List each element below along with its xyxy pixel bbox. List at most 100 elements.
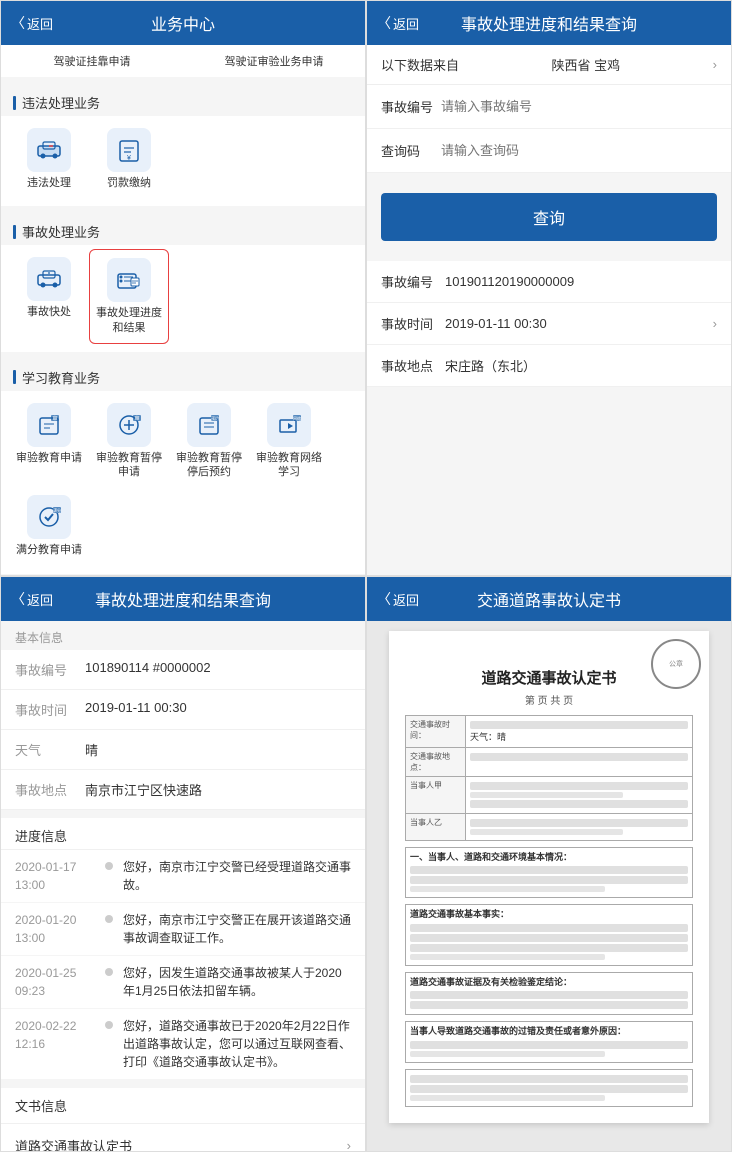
service-item-accident-quick[interactable]: 事故快处 [9,249,89,344]
service-fine-label: 罚款缴纳 [107,176,151,190]
d-accident-time-label: 事故时间 [15,700,85,719]
top-items-row: 驾驶证挂靠申请 驾驶证审验业务申请 [1,45,365,77]
doc-item-cert[interactable]: 道路交通事故认定书 › [1,1124,365,1151]
panel3-back-label: 返回 [27,590,53,609]
cert-section-fault: 当事人导致道路交通事故的过错及责任或者意外原因： [405,1021,693,1063]
top-item-1-label: 驾驶证挂靠申请 [5,53,179,69]
progress-time-3: 2020-01-25 09:23 [15,964,105,1000]
cert-table-row-partya: 当事人甲 [406,776,693,813]
cert-section-basic-blurred-3 [410,886,605,892]
cert-section-facts-title: 道路交通事故基本事实： [410,908,688,922]
cert-partyb-blurred-1 [470,819,688,827]
cert-facts-blurred-2 [410,934,688,942]
service-grid-violation: 违法处理 ¥ 罚款缴纳 [1,116,365,206]
progress-dot-3 [105,968,113,976]
cert-document: 公章 道路交通事故认定书 第 页 共 页 交通事故时间： 天气：晴 交通事故地点… [389,631,709,1123]
progress-title: 进度信息 [1,818,365,850]
panel1-content: 驾驶证挂靠申请 驾驶证审验业务申请 违法处理业务 违法处理 [1,45,365,575]
cert-section-basic-blurred-2 [410,876,688,884]
cert-partyb-value [466,813,693,840]
panel1-header: 返回 业务中心 [1,1,365,45]
cert-fault-blurred-2 [410,1051,605,1057]
service-item-violation[interactable]: 违法处理 [9,120,89,198]
service-item-accident-progress[interactable]: 事故处理进度和结果 [89,249,169,344]
top-item-1[interactable]: 驾驶证挂靠申请 [1,45,183,77]
accident-quick-icon [27,257,71,301]
query-button[interactable]: 查询 [381,193,717,241]
accident-no-label: 事故编号 [381,97,441,116]
cert-partya-blurred-2 [470,792,623,798]
cert-section-basic-title: 一、当事人、道路和交通环境基本情况： [410,851,688,865]
result-accident-no-row: 事故编号 101901120190000009 [367,261,731,303]
cert-facts-blurred-3 [410,944,688,952]
svg-text:审: 审 [134,415,139,422]
svg-text:预约: 预约 [211,415,219,421]
service-edu-5-label: 满分教育申请 [16,543,82,557]
query-code-row: 查询码 [367,129,731,173]
cert-stamp: 公章 [651,639,701,689]
result-accident-no-value: 101901120190000009 [445,274,717,289]
top-item-2[interactable]: 驾驶证审验业务申请 [183,45,365,77]
cert-fault-blurred-1 [410,1041,688,1049]
panel4-header: 返回 交通道路事故认定书 [367,577,731,621]
cert-table-row-partyb: 当事人乙 [406,813,693,840]
edu-4-icon: 网络 [267,403,311,447]
cert-partyb-blurred-2 [470,829,623,835]
cert-table-row-location: 交通事故地点： [406,747,693,776]
panel2-content: 以下数据来自 陕西省 宝鸡 › 事故编号 查询码 查询 事故编号 1019011 [367,45,731,575]
detail-info-block: 事故编号 101890114 #0000002 事故时间 2019-01-11 … [1,650,365,810]
edu-3-icon: 预约 [187,403,231,447]
progress-text-4: 您好，道路交通事故已于2020年2月22日作出道路事故认定，您可以通过互联网查看… [123,1017,351,1071]
service-edu-1-label: 审验教育申请 [16,451,82,465]
panel4-title: 交通道路事故认定书 [477,587,621,611]
section-header-accident: 事故处理业务 [1,214,365,245]
progress-text-1: 您好，南京市江宁交警已经受理道路交通事故。 [123,858,351,894]
detail-weather: 天气 晴 [1,730,365,770]
query-code-input[interactable] [441,143,717,158]
result-arrow-icon: › [713,316,717,331]
edu-2-icon: 审 [107,403,151,447]
edu-5-icon: 满分 [27,495,71,539]
service-grid-education: 审 审验教育申请 审 审验教育暂停申请 预约 审验教育暂停停后预约 [1,391,365,574]
doc-section: 文书信息 道路交通事故认定书 › [1,1088,365,1151]
panel2-back-button[interactable]: 返回 [377,13,419,33]
query-result: 事故编号 101901120190000009 事故时间 2019-01-11 … [367,261,731,387]
result-accident-no-label: 事故编号 [381,272,445,291]
service-accident-quick-label: 事故快处 [27,305,71,319]
cert-note-blurred-1 [410,1075,688,1083]
service-edu-4[interactable]: 网络 审验教育网络学习 [249,395,329,488]
service-violation-label: 违法处理 [27,176,71,190]
progress-time-2: 2020-01-20 13:00 [15,911,105,947]
panel-accident-query: 返回 事故处理进度和结果查询 以下数据来自 陕西省 宝鸡 › 事故编号 查询码 [366,0,732,576]
edu-1-icon: 审 [27,403,71,447]
d-accident-no-label: 事故编号 [15,660,85,679]
result-accident-time-label: 事故时间 [381,314,445,333]
panel4-back-button[interactable]: 返回 [377,589,419,609]
panel-accident-detail: 返回 事故处理进度和结果查询 基本信息 事故编号 101890114 #0000… [0,576,366,1152]
cert-section-fault-title: 当事人导致道路交通事故的过错及责任或者意外原因： [410,1025,688,1039]
cert-location-blurred [470,753,688,761]
service-edu-2[interactable]: 审 审验教育暂停申请 [89,395,169,488]
section-violation-label: 违法处理业务 [22,93,100,112]
cert-note-blurred-2 [410,1085,688,1093]
service-edu-5[interactable]: 满分 满分教育申请 [9,487,89,565]
panel3-back-button[interactable]: 返回 [11,589,53,609]
fine-icon: ¥ [107,128,151,172]
service-edu-3[interactable]: 预约 审验教育暂停停后预约 [169,395,249,488]
panel1-back-button[interactable]: 返回 [11,13,53,33]
panel-cert: 返回 交通道路事故认定书 公章 道路交通事故认定书 第 页 共 页 交通事故时间… [366,576,732,1152]
accident-no-input[interactable] [441,99,717,114]
progress-time-1: 2020-01-17 13:00 [15,858,105,894]
progress-time-4: 2020-02-22 12:16 [15,1017,105,1071]
panel2-header: 返回 事故处理进度和结果查询 [367,1,731,45]
panel2-back-label: 返回 [393,14,419,33]
result-accident-time-row[interactable]: 事故时间 2019-01-11 00:30 › [367,303,731,345]
cert-doc-title: 道路交通事故认定书 [405,667,693,688]
service-edu-1[interactable]: 审 审验教育申请 [9,395,89,488]
cert-section-basic-blurred-1 [410,866,688,874]
result-accident-time-value: 2019-01-11 00:30 [445,316,713,331]
data-source-arrow: › [713,57,717,72]
cert-section-evidence: 道路交通事故证据及有关检验鉴定结论： [405,972,693,1016]
top-item-2-label: 驾驶证审验业务申请 [187,53,361,69]
service-item-fine[interactable]: ¥ 罚款缴纳 [89,120,169,198]
